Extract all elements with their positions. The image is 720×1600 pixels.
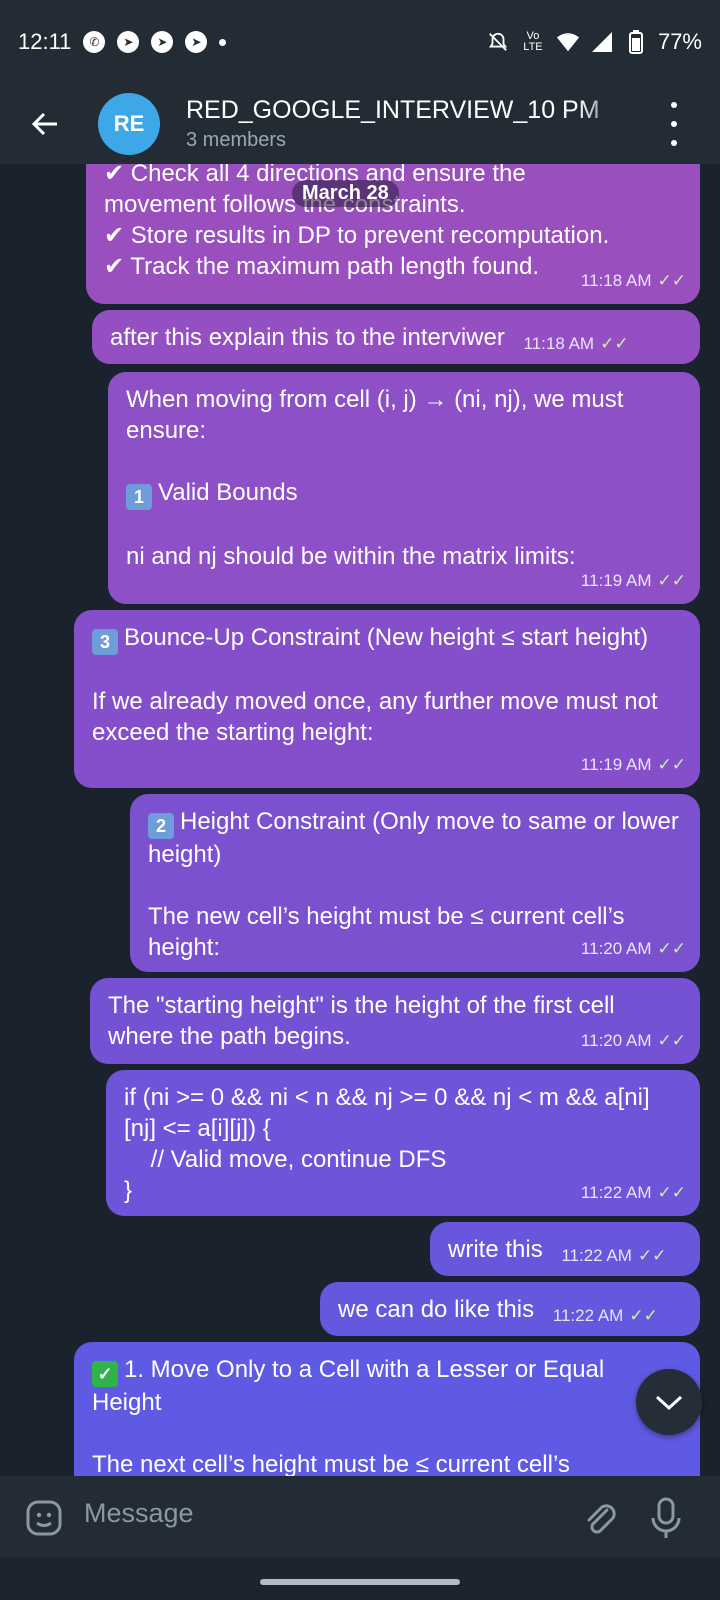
message-meta: 11:18 AM ✓✓: [524, 328, 629, 359]
message-text: Valid Bounds: [158, 479, 298, 506]
message-input-bar: Message: [0, 1476, 720, 1558]
group-avatar[interactable]: RE: [98, 93, 160, 155]
status-left: 12:11 ✆ ➤ ➤ ➤: [18, 29, 227, 55]
more-menu-icon[interactable]: [664, 102, 684, 146]
clock: 12:11: [18, 29, 72, 54]
sticker-emoji-icon[interactable]: [24, 1498, 64, 1538]
date-chip: March 28: [292, 180, 399, 207]
back-arrow-icon[interactable]: [28, 107, 62, 141]
double-check-icon: ✓✓: [657, 271, 687, 290]
code-line: [nj] <= a[i][j]) {: [124, 1115, 271, 1142]
message-bubble[interactable]: after this explain this to the interviwe…: [92, 310, 700, 364]
message-meta: 11:20 AM ✓✓: [581, 933, 686, 964]
telegram-icon: ➤: [117, 31, 140, 53]
message-time: 11:19 AM: [580, 571, 652, 590]
keycap-three-icon: 3: [92, 629, 118, 655]
scroll-down-button[interactable]: [636, 1369, 702, 1435]
message-time: 11:20 AM: [580, 939, 652, 958]
message-bubble[interactable]: if (ni >= 0 && ni < n && nj >= 0 && nj <…: [106, 1070, 700, 1216]
double-check-icon: ✓✓: [657, 1183, 687, 1202]
avatar-initials: RE: [113, 111, 145, 136]
message-meta: 11:22 AM ✓✓: [561, 1240, 666, 1271]
message-time: 11:22 AM: [552, 1306, 624, 1325]
more-notifications-dot: [219, 38, 227, 46]
status-right: Vo LTE 77%: [486, 29, 702, 55]
whatsapp-icon: ✆: [83, 31, 106, 53]
message-text: When moving from cell (i, j) → (ni, nj),…: [126, 386, 624, 444]
message-meta: 11:18 AM ✓✓: [581, 265, 686, 296]
double-check-icon: ✓✓: [657, 1031, 687, 1050]
attach-paperclip-icon[interactable]: [580, 1498, 620, 1538]
mute-bell-icon: [486, 30, 510, 54]
message-meta: 11:20 AM ✓✓: [581, 1025, 686, 1056]
message-text: Bounce-Up Constraint (New height ≤ start…: [124, 624, 649, 651]
message-meta: 11:19 AM ✓✓: [581, 749, 686, 780]
microphone-icon[interactable]: [646, 1496, 686, 1540]
message-meta: 11:19 AM ✓✓: [581, 565, 686, 596]
message-list[interactable]: ✔ Check all 4 directions and ensure the …: [0, 164, 720, 1476]
message-text: Height Constraint (Only move to same or …: [148, 808, 679, 868]
double-check-icon: ✓✓: [657, 755, 687, 774]
message-line: ✔ Store results in DP to prevent recompu…: [104, 222, 610, 249]
check-mark-button-icon: ✓: [92, 1361, 118, 1387]
message-time: 11:22 AM: [561, 1246, 632, 1265]
chat-header: RE RED_GOOGLE_INTERVIEW_10 PM 3 members: [0, 84, 720, 164]
message-heading: 3 Bounce-Up Constraint (New height ≤ star…: [92, 622, 682, 655]
message-meta: 11:22 AM ✓✓: [581, 1177, 686, 1208]
message-bubble[interactable]: 2 Height Constraint (Only move to same or…: [130, 794, 700, 972]
message-time: 11:19 AM: [580, 755, 652, 774]
chat-title: RED_GOOGLE_INTERVIEW_10 PM: [186, 96, 600, 124]
message-heading: 1 Valid Bounds: [126, 477, 682, 510]
signal-icon: [590, 30, 614, 54]
message-text: If we already moved once, any further mo…: [92, 688, 658, 746]
message-text: after this explain this to the interviwe…: [110, 324, 505, 351]
message-time: 11:20 AM: [580, 1031, 652, 1050]
keycap-two-icon: 2: [148, 813, 174, 839]
double-check-icon: ✓✓: [637, 1246, 667, 1265]
telegram-icon-3: ➤: [185, 31, 208, 53]
battery-icon: [624, 30, 648, 54]
double-check-icon: ✓✓: [629, 1306, 658, 1325]
message-meta: 11:22 AM ✓✓: [553, 1300, 658, 1331]
message-bubble[interactable]: 3 Bounce-Up Constraint (New height ≤ star…: [74, 610, 700, 788]
home-gesture-pill[interactable]: [260, 1579, 460, 1585]
battery-percent: 77%: [657, 29, 702, 54]
chevron-down-icon: [655, 1395, 683, 1411]
double-check-icon: ✓✓: [600, 334, 629, 353]
message-bubble[interactable]: ✓ 1. Move Only to a Cell with a Lesser or…: [74, 1342, 700, 1476]
status-bar: 12:11 ✆ ➤ ➤ ➤ Vo LTE 77%: [0, 0, 720, 84]
message-time: 11:22 AM: [580, 1183, 652, 1202]
message-text: write this: [448, 1236, 543, 1263]
message-time: 11:18 AM: [523, 334, 595, 353]
message-bubble[interactable]: The "starting height" is the height of t…: [90, 978, 700, 1064]
volte-icon: Vo LTE: [523, 30, 543, 53]
wifi-icon: [556, 30, 580, 54]
header-titles[interactable]: RED_GOOGLE_INTERVIEW_10 PM 3 members: [186, 96, 631, 152]
code-line: // Valid move, continue DFS: [124, 1146, 447, 1173]
double-check-icon: ✓✓: [657, 939, 687, 958]
member-count: 3 members: [186, 129, 287, 151]
message-bubble[interactable]: write this 11:22 AM ✓✓: [430, 1222, 700, 1276]
message-heading: ✓ 1. Move Only to a Cell with a Lesser or…: [92, 1354, 652, 1418]
message-bubble[interactable]: we can do like this 11:22 AM ✓✓: [320, 1282, 700, 1336]
code-line: if (ni >= 0 && ni < n && nj >= 0 && nj <…: [124, 1084, 650, 1111]
message-bubble[interactable]: When moving from cell (i, j) → (ni, nj),…: [108, 372, 700, 604]
keycap-one-icon: 1: [126, 484, 152, 510]
message-input[interactable]: Message: [84, 1498, 194, 1529]
message-text: 1. Move Only to a Cell with a Lesser or …: [92, 1356, 605, 1416]
double-check-icon: ✓✓: [657, 571, 687, 590]
telegram-icon-2: ➤: [151, 31, 174, 53]
message-text: we can do like this: [338, 1296, 535, 1323]
message-text: The next cell’s height must be ≤ current…: [92, 1451, 570, 1476]
message-time: 11:18 AM: [580, 271, 652, 290]
message-heading: 2 Height Constraint (Only move to same or…: [148, 806, 682, 870]
